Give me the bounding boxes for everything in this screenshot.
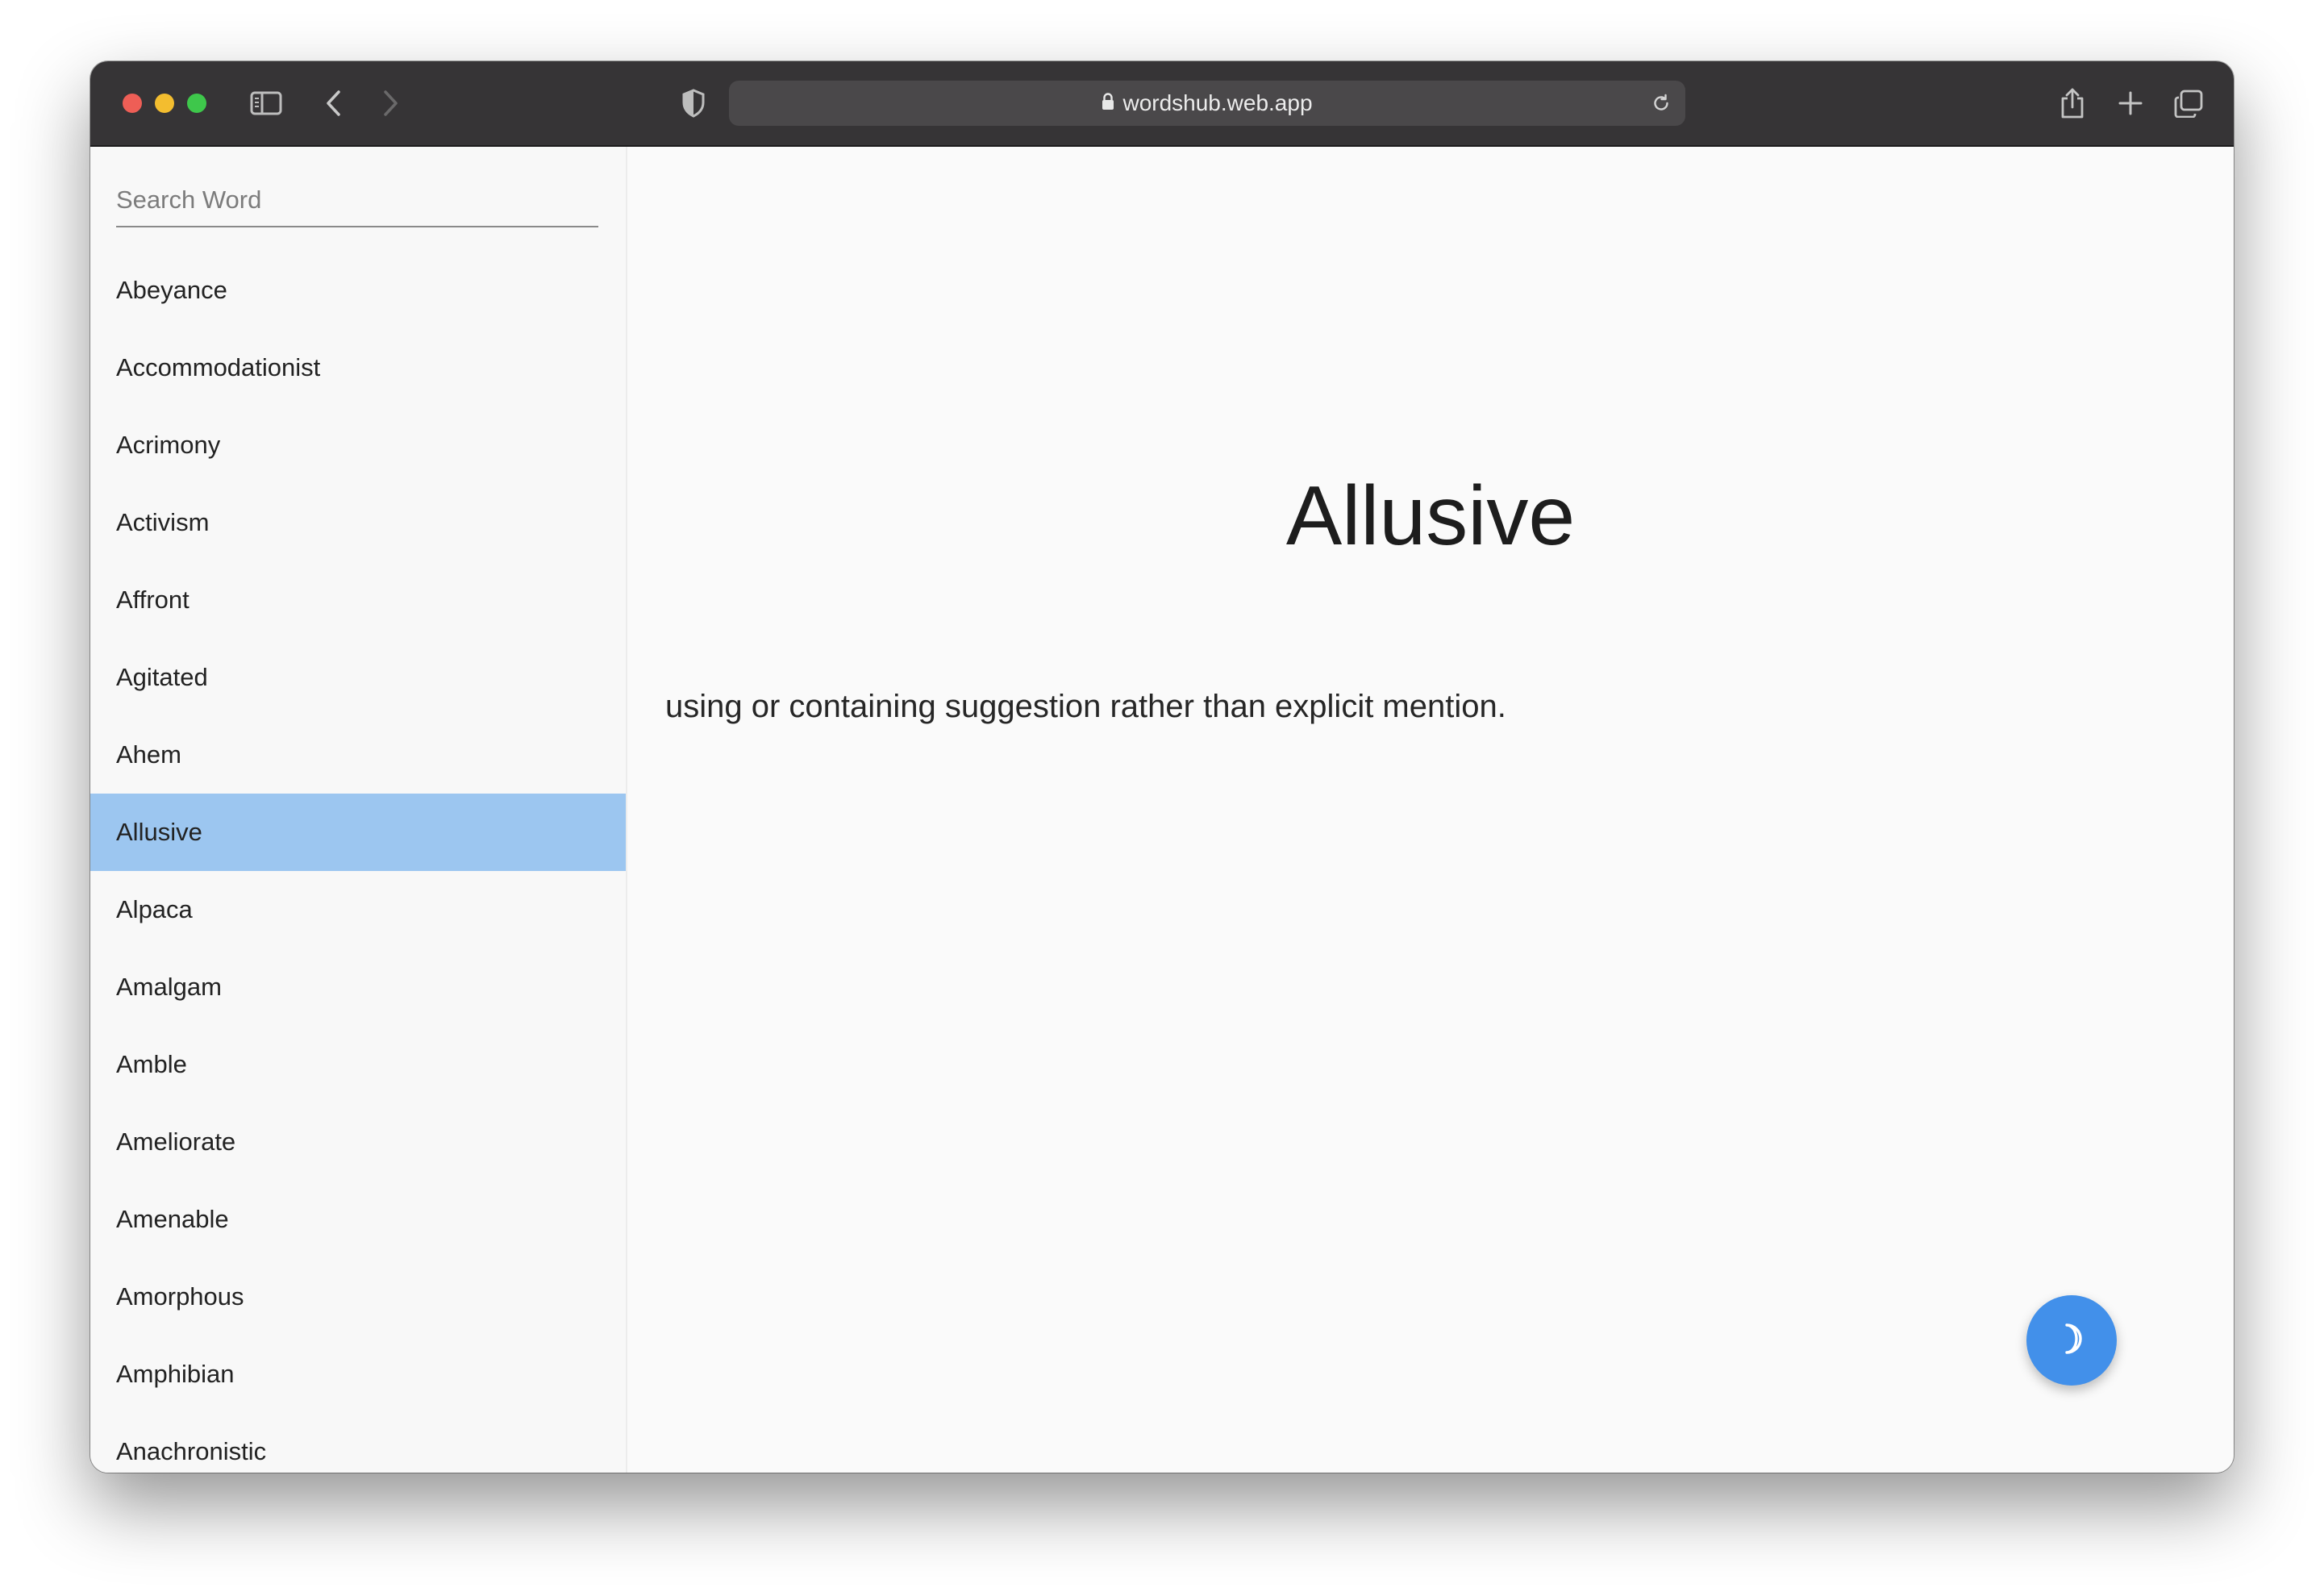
word-list-item[interactable]: Affront [90,561,626,639]
lock-icon [1102,90,1114,116]
word-list-item[interactable]: Activism [90,484,626,561]
sidebar-toggle-icon[interactable] [247,84,285,123]
word-list-item[interactable]: Amalgam [90,948,626,1026]
word-list-item[interactable]: Agitated [90,639,626,716]
word-list-item[interactable]: Abeyance [90,252,626,329]
word-title: Allusive [1285,469,1576,563]
word-sidebar: Abeyance Accommodationist Acrimony Activ… [90,147,627,1473]
tab-overview-icon[interactable] [2169,84,2208,123]
dark-mode-toggle-button[interactable] [2026,1295,2117,1386]
word-list-item[interactable]: Ameliorate [90,1103,626,1181]
moon-icon [2054,1321,2089,1361]
search-input[interactable] [116,179,598,221]
word-list-item[interactable]: Ahem [90,716,626,794]
word-list-item[interactable]: Amble [90,1026,626,1103]
address-bar[interactable]: wordshub.web.app [729,81,1685,126]
share-icon[interactable] [2053,84,2092,123]
close-button[interactable] [123,94,142,113]
chevron-left-icon[interactable] [314,84,353,123]
word-list-item[interactable]: Alpaca [90,871,626,948]
reload-icon[interactable] [1645,87,1677,119]
shield-icon[interactable] [674,84,713,123]
search-field [116,179,598,227]
word-list-item[interactable]: Amphibian [90,1336,626,1413]
word-definition: using or containing suggestion rather th… [665,689,1506,724]
word-list-item[interactable]: Anachronistic [90,1413,626,1473]
word-list-item[interactable]: Allusive [90,794,626,871]
browser-toolbar: wordshub.web.app [90,61,2234,147]
word-list-item[interactable]: Amenable [90,1181,626,1258]
plus-icon[interactable] [2111,84,2150,123]
zoom-button[interactable] [187,94,206,113]
minimize-button[interactable] [155,94,174,113]
chevron-right-icon[interactable] [371,84,410,123]
word-detail-panel: Allusive using or containing suggestion … [627,147,2234,1473]
word-list-item[interactable]: Accommodationist [90,329,626,406]
word-list-item[interactable]: Acrimony [90,406,626,484]
word-list-item[interactable]: Amorphous [90,1258,626,1336]
word-list: Abeyance Accommodationist Acrimony Activ… [90,252,626,1473]
url-text: wordshub.web.app [1122,90,1313,115]
browser-window: wordshub.web.app Search Word Abeyance Ac… [90,61,2234,1473]
